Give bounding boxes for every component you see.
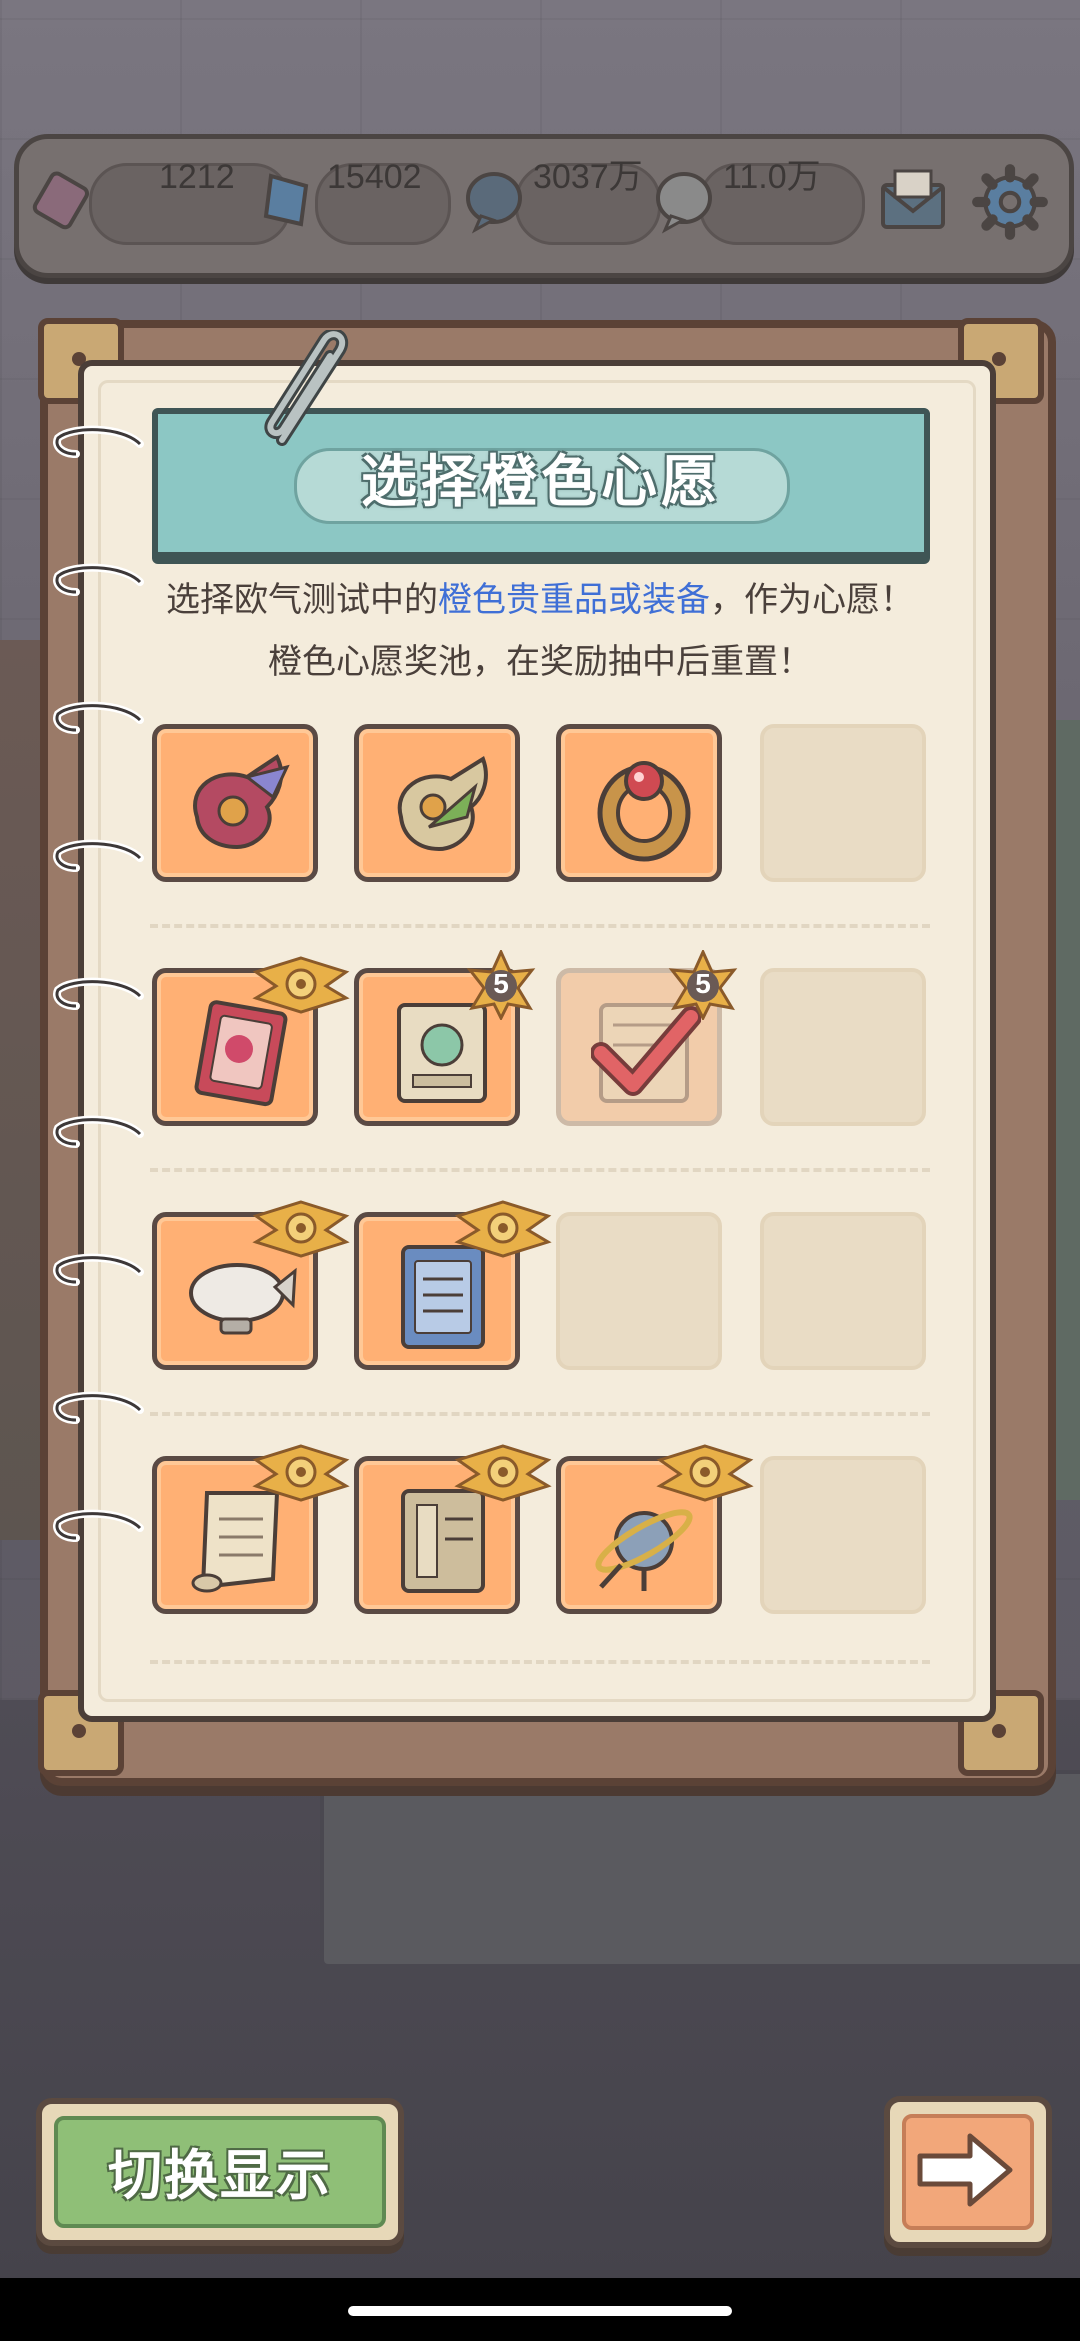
- gear-icon[interactable]: [969, 161, 1051, 243]
- ticket-count: 1212: [159, 158, 235, 196]
- winged-badge-icon: [252, 1200, 350, 1258]
- wish-slot-r1c1[interactable]: [152, 724, 318, 882]
- coin-a-count: 3037万: [533, 158, 643, 196]
- winged-badge-icon: [454, 1444, 552, 1502]
- arrow-right-icon: [917, 2133, 1013, 2207]
- binder-ring-icon: [53, 977, 144, 1010]
- winged-badge-icon: [656, 1444, 754, 1502]
- next-button[interactable]: [884, 2096, 1052, 2248]
- speech-coin-icon: [466, 172, 522, 234]
- mail-icon[interactable]: [873, 161, 953, 241]
- switch-display-button[interactable]: 切换显示: [36, 2098, 404, 2246]
- binder-ring-icon: [53, 1115, 144, 1148]
- binder-ring-icon: [53, 701, 144, 734]
- resource-bar: 1212 15402 3037万 11.0万: [14, 134, 1074, 278]
- wish-slot-r2c4[interactable]: [760, 968, 926, 1126]
- description-line-1: 选择欧气测试中的橙色贵重品或装备，作为心愿！: [166, 580, 914, 620]
- gem-count: 15402: [327, 158, 422, 196]
- wish-slot-r4c4[interactable]: [760, 1456, 926, 1614]
- crystal-icon: [263, 173, 309, 227]
- wish-slot-r3c4[interactable]: [760, 1212, 926, 1370]
- binder-ring-icon: [53, 425, 144, 458]
- winged-badge-icon: [252, 1444, 350, 1502]
- background-platform: [320, 1770, 1080, 1968]
- binder-ring-icon: [53, 1509, 144, 1542]
- star-level-badge: 5: [668, 948, 738, 1022]
- binder-ring-icon: [53, 1391, 144, 1424]
- home-indicator[interactable]: [348, 2306, 732, 2316]
- ticket-icon: [32, 171, 90, 230]
- description-line-2: 橙色心愿奖池，在奖励抽中后重置！: [268, 642, 812, 682]
- switch-display-label: 切换显示: [108, 2144, 332, 2207]
- star-level-text: 5: [695, 968, 711, 999]
- binder-ring-icon: [53, 1253, 144, 1286]
- star-level-badge: 5: [466, 948, 536, 1022]
- highlight-text: 橙色贵重品或装备: [438, 580, 710, 620]
- ruby-ring-icon: [597, 761, 691, 862]
- winged-badge-icon: [252, 956, 350, 1014]
- wish-slot-r3c3[interactable]: [556, 1212, 722, 1370]
- wish-slot-r1c2[interactable]: [354, 724, 520, 882]
- winged-badge-icon: [454, 1200, 552, 1258]
- binder-ring-icon: [53, 839, 144, 872]
- wish-slot-r1c3[interactable]: [556, 724, 722, 882]
- coin-b-count: 11.0万: [723, 158, 821, 196]
- speech-coin-light-icon: [656, 172, 712, 234]
- star-level-text: 5: [493, 968, 509, 999]
- paperclip-icon: [264, 330, 348, 446]
- winged-helmet-green-icon: [397, 755, 488, 852]
- winged-helmet-red-icon: [193, 754, 290, 850]
- wish-slot-r1c4[interactable]: [760, 724, 926, 882]
